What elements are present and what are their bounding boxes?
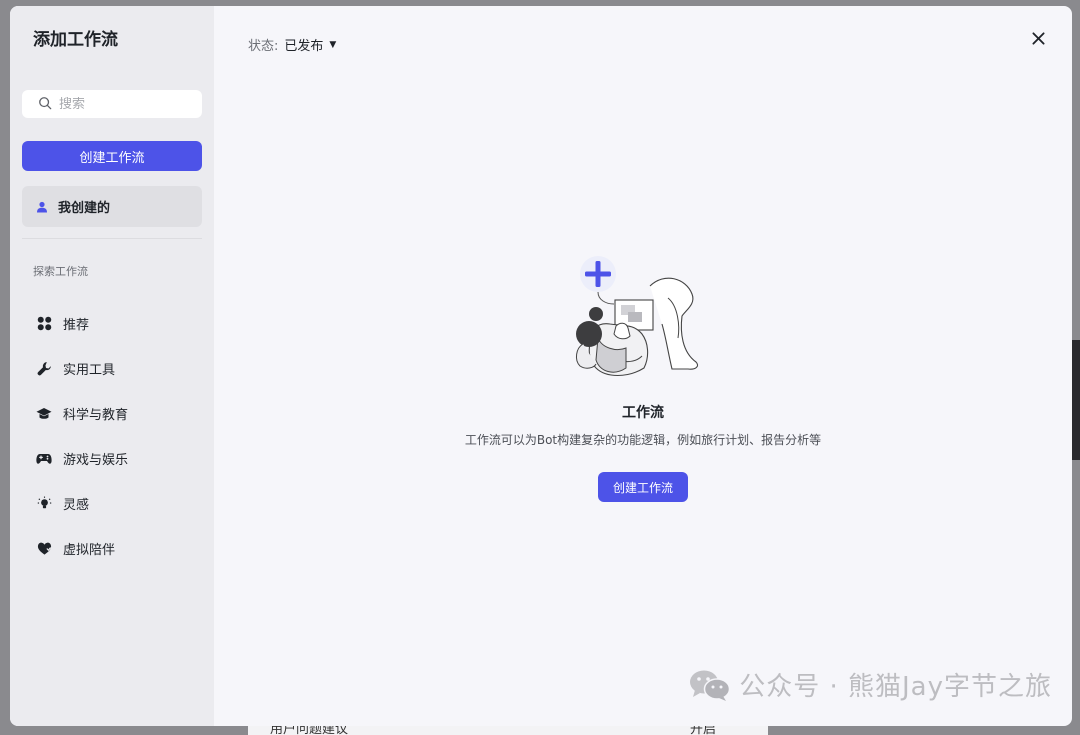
close-icon — [1031, 31, 1045, 45]
graduation-cap-icon — [36, 406, 52, 422]
watermark-text: 公众号 · 熊猫Jay字节之旅 — [739, 672, 1052, 702]
user-icon — [36, 201, 58, 213]
status-label: 状态: — [248, 39, 279, 54]
empty-state-description: 工作流可以为Bot构建复杂的功能逻辑，例如旅行计划、报告分析等 — [464, 433, 822, 447]
search-icon — [38, 95, 52, 114]
modal-title: 添加工作流 — [33, 30, 118, 50]
wrench-icon — [36, 361, 52, 377]
sidebar-item-label: 游戏与娱乐 — [63, 453, 129, 468]
empty-state-illustration — [575, 256, 699, 377]
add-workflow-modal: 添加工作流 创建工作流 我创建的 探索工作流 推荐 — [10, 6, 1072, 726]
watermark: 公众号 · 熊猫Jay字节之旅 — [689, 666, 1052, 703]
create-workflow-button-sidebar[interactable]: 创建工作流 — [22, 141, 202, 171]
create-workflow-button[interactable]: 创建工作流 — [597, 472, 688, 502]
sidebar-item-label: 实用工具 — [63, 363, 116, 378]
explore-nav: 推荐 实用工具 科学与教育 游戏与娱乐 灵感 虚拟陪伴 — [22, 301, 202, 571]
section-label-explore: 探索工作流 — [33, 265, 88, 278]
sidebar-item-companion[interactable]: 虚拟陪伴 — [22, 526, 202, 571]
sidebar-item-label: 科学与教育 — [63, 408, 129, 423]
status-value[interactable]: 已发布 — [284, 35, 323, 54]
lightbulb-icon — [36, 496, 52, 512]
search-box[interactable] — [22, 90, 202, 118]
sidebar-item-tools[interactable]: 实用工具 — [22, 346, 202, 391]
status-filter[interactable]: 状态: 已发布 ▼ — [248, 35, 336, 54]
wechat-icon — [689, 668, 739, 702]
search-input[interactable] — [59, 96, 199, 112]
heart-icon — [36, 541, 52, 557]
empty-state: 工作流 工作流可以为Bot构建复杂的功能逻辑，例如旅行计划、报告分析等 创建工作… — [214, 252, 1072, 502]
main-panel: 状态: 已发布 ▼ 工作流 工作流可以为Bot构建复杂的功能逻辑，例如旅行计划、… — [214, 6, 1072, 726]
caret-down-icon[interactable]: ▼ — [329, 40, 336, 50]
sidebar-item-recommend[interactable]: 推荐 — [22, 301, 202, 346]
sidebar-item-label: 推荐 — [63, 318, 90, 333]
close-button[interactable] — [1028, 28, 1048, 48]
sidebar: 添加工作流 创建工作流 我创建的 探索工作流 推荐 — [10, 6, 214, 726]
sidebar-item-inspiration[interactable]: 灵感 — [22, 481, 202, 526]
sidebar-item-mine[interactable]: 我创建的 — [22, 186, 202, 227]
sidebar-item-games[interactable]: 游戏与娱乐 — [22, 436, 202, 481]
sidebar-item-science-education[interactable]: 科学与教育 — [22, 391, 202, 436]
sidebar-divider — [22, 238, 202, 239]
sidebar-item-label: 我创建的 — [58, 201, 111, 216]
gamepad-icon — [36, 451, 52, 467]
empty-state-title: 工作流 — [622, 405, 664, 421]
grid-icon — [36, 316, 52, 332]
sidebar-item-label: 虚拟陪伴 — [63, 543, 116, 558]
sidebar-item-label: 灵感 — [63, 498, 90, 513]
